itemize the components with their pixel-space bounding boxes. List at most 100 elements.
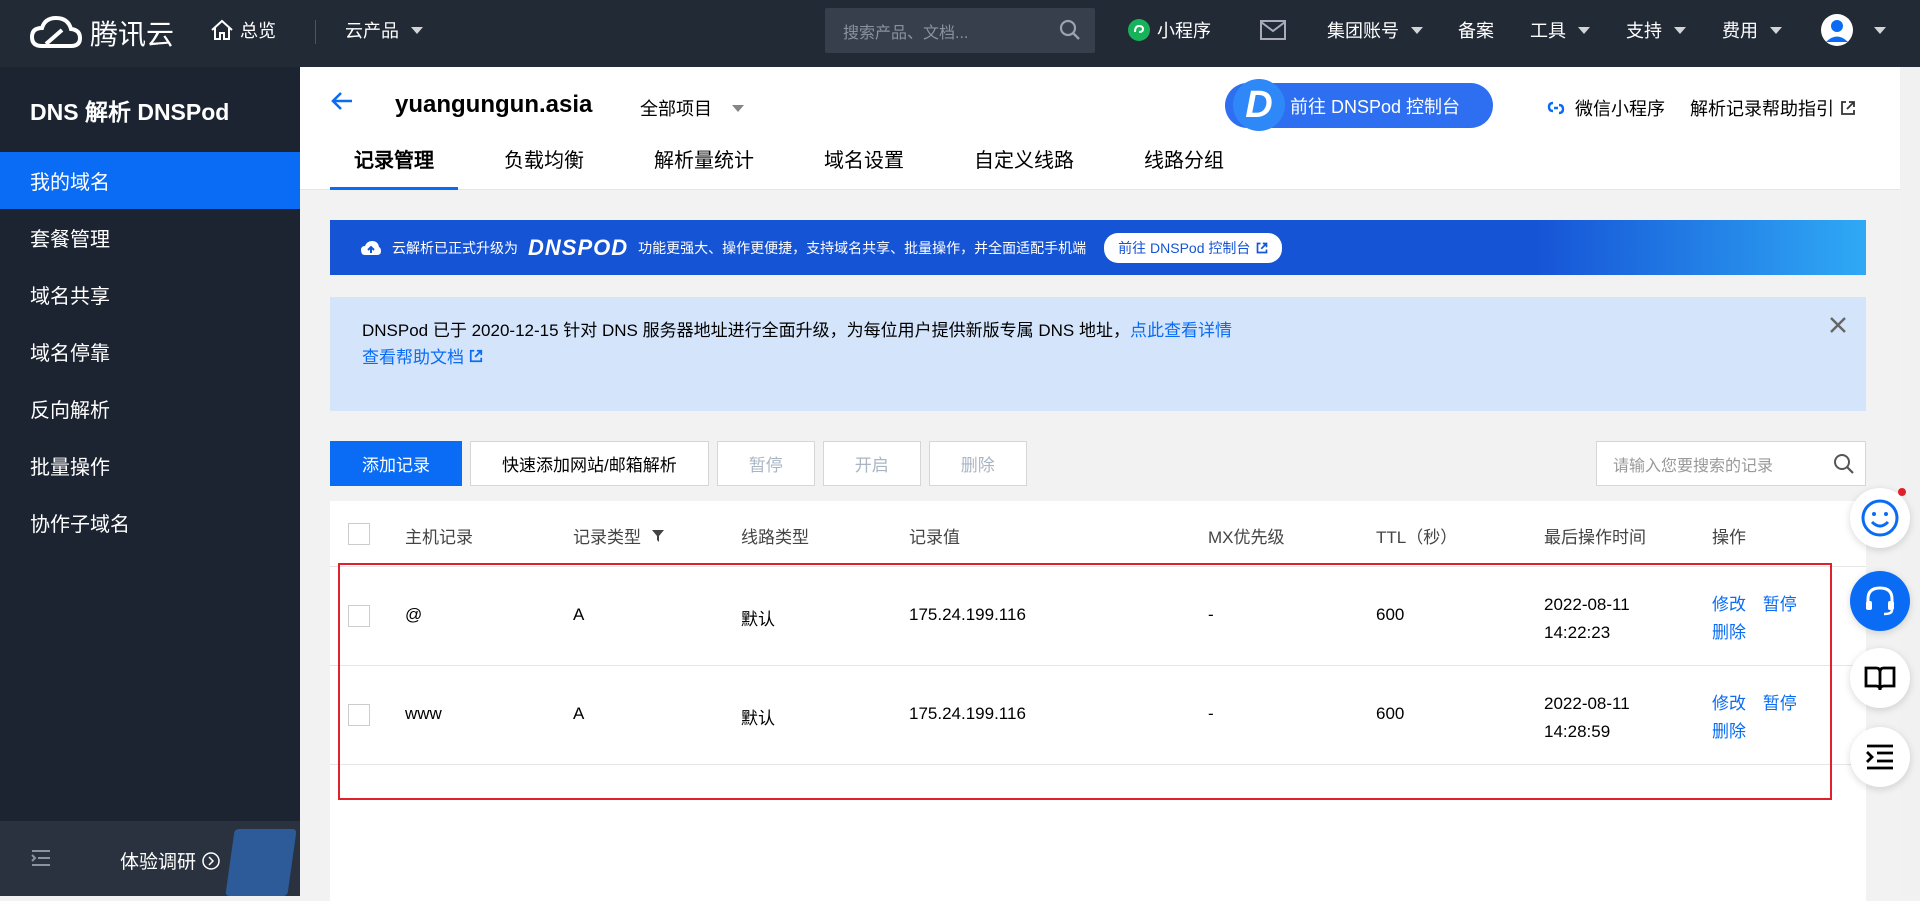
- tab-query-stats[interactable]: 解析量统计: [630, 137, 778, 190]
- support-menu[interactable]: 支持: [1626, 0, 1686, 60]
- col-ttl: TTL（秒）: [1376, 528, 1458, 547]
- back-arrow-icon[interactable]: [330, 89, 354, 113]
- cell-time: 14:28:59: [1544, 722, 1611, 741]
- tab-domain-settings[interactable]: 域名设置: [800, 137, 928, 190]
- sidebar-footer: 体验调研: [0, 821, 300, 896]
- tencent-cloud-logo[interactable]: 腾讯云: [30, 12, 174, 54]
- cell-date: 2022-08-11: [1544, 595, 1630, 614]
- record-actions-toolbar: 添加记录 快速添加网站/邮箱解析 暂停 开启 删除: [330, 441, 1027, 486]
- banner-console-label: 前往 DNSPod 控制台: [1118, 239, 1251, 256]
- col-actions: 操作: [1712, 528, 1746, 547]
- delete-link[interactable]: 删除: [1712, 623, 1746, 642]
- quick-add-button[interactable]: 快速添加网站/邮箱解析: [470, 441, 709, 486]
- delete-link[interactable]: 删除: [1712, 722, 1746, 741]
- sidebar-item-my-domains[interactable]: 我的域名: [0, 152, 300, 209]
- row-checkbox[interactable]: [348, 704, 370, 726]
- sidebar-item-domain-sharing[interactable]: 域名共享: [0, 266, 300, 323]
- docs-button[interactable]: [1850, 648, 1910, 708]
- miniprogram-link[interactable]: 小程序: [1127, 0, 1211, 60]
- cell-value: 175.24.199.116: [909, 605, 1026, 624]
- row-checkbox[interactable]: [348, 605, 370, 627]
- go-dnspod-label: 前往 DNSPod 控制台: [1290, 96, 1461, 117]
- user-menu[interactable]: [1820, 0, 1886, 60]
- go-dnspod-console-button[interactable]: D 前往 DNSPod 控制台: [1225, 79, 1493, 131]
- arrow-circle-icon: [202, 851, 220, 870]
- sidebar-item-batch-ops[interactable]: 批量操作: [0, 437, 300, 494]
- fees-menu[interactable]: 费用: [1722, 0, 1782, 60]
- dns-upgrade-notice: DNSPod 已于 2020-12-15 针对 DNS 服务器地址进行全面升级，…: [330, 297, 1866, 411]
- miniprogram-icon: [1128, 19, 1150, 41]
- notice-details-link[interactable]: 点此查看详情: [1130, 321, 1232, 340]
- dns-records-table: 主机记录 记录类型 线路类型 记录值 MX优先级 TTL（秒） 最后操作时间 操…: [330, 501, 1866, 901]
- outline-button[interactable]: [1850, 727, 1910, 787]
- chevron-down-icon: [732, 104, 744, 112]
- global-search-input[interactable]: 搜索产品、文档...: [825, 8, 1095, 53]
- avatar: [1821, 14, 1853, 46]
- notice-help-doc-link[interactable]: 查看帮助文档: [362, 348, 464, 367]
- cell-line: 默认: [741, 709, 775, 728]
- sidebar-title: DNS 解析 DNSPod: [30, 98, 230, 125]
- edit-link[interactable]: 修改: [1712, 694, 1746, 713]
- banner-console-button[interactable]: 前往 DNSPod 控制台: [1104, 232, 1283, 263]
- cloud-products-menu[interactable]: 云产品: [345, 0, 423, 60]
- tab-load-balancing[interactable]: 负载均衡: [480, 137, 608, 190]
- select-all-checkbox[interactable]: [348, 523, 370, 545]
- tab-custom-lines[interactable]: 自定义线路: [950, 137, 1098, 190]
- tab-line-groups[interactable]: 线路分组: [1120, 137, 1248, 190]
- headset-icon: [1866, 586, 1894, 616]
- add-record-button[interactable]: 添加记录: [330, 441, 462, 486]
- cell-updated: 2022-08-11 14:22:23: [1544, 591, 1630, 647]
- cell-value: 175.24.199.116: [909, 704, 1026, 723]
- overview-link[interactable]: 总览: [210, 0, 276, 60]
- support-label: 支持: [1626, 21, 1662, 41]
- project-select[interactable]: 全部项目: [640, 95, 744, 121]
- edit-link[interactable]: 修改: [1712, 595, 1746, 614]
- top-navbar: 腾讯云 总览 云产品 搜索产品、文档... 小程序 集团账号 备案 工具 支持 …: [0, 0, 1920, 67]
- collapse-menu-icon[interactable]: [30, 848, 52, 868]
- customer-service-button[interactable]: [1850, 571, 1910, 631]
- search-icon[interactable]: [1059, 19, 1081, 41]
- tools-menu[interactable]: 工具: [1530, 0, 1590, 60]
- enable-button[interactable]: 开启: [822, 441, 921, 486]
- sidebar-item-plans[interactable]: 套餐管理: [0, 209, 300, 266]
- close-icon[interactable]: [1828, 315, 1848, 335]
- tab-record-management[interactable]: 记录管理: [330, 137, 458, 190]
- dnspod-brand: DNSPOD: [528, 234, 629, 260]
- help-guide-link[interactable]: 解析记录帮助指引: [1690, 95, 1856, 121]
- search-placeholder: 搜索产品、文档...: [843, 24, 969, 42]
- col-value: 记录值: [909, 528, 960, 547]
- beian-label: 备案: [1458, 21, 1494, 41]
- record-search-input[interactable]: 请输入您要搜索的记录: [1596, 441, 1866, 486]
- search-icon[interactable]: [1833, 453, 1855, 475]
- filter-icon[interactable]: [651, 529, 665, 543]
- banner-text-2: 功能更强大、操作更便捷，支持域名共享、批量操作，并全面适配手机端: [638, 239, 1087, 256]
- sidebar-item-domain-parking[interactable]: 域名停靠: [0, 323, 300, 380]
- cell-ttl: 600: [1376, 605, 1405, 624]
- tab-bar: 记录管理 负载均衡 解析量统计 域名设置 自定义线路 线路分组: [330, 137, 1270, 190]
- record-search-placeholder: 请输入您要搜索的记录: [1613, 457, 1774, 475]
- group-account-label: 集团账号: [1327, 21, 1399, 41]
- survey-link[interactable]: 体验调研: [120, 847, 220, 874]
- chevron-down-icon: [1770, 26, 1782, 34]
- pause-button[interactable]: 暂停: [716, 441, 815, 486]
- delete-button[interactable]: 删除: [928, 441, 1027, 486]
- table-header: 主机记录 记录类型 线路类型 记录值 MX优先级 TTL（秒） 最后操作时间 操…: [330, 501, 1866, 567]
- external-link-icon: [1841, 101, 1855, 115]
- domain-title: yuangungun.asia: [395, 91, 593, 118]
- group-account-menu[interactable]: 集团账号: [1327, 0, 1423, 60]
- survey-illustration: [225, 829, 297, 896]
- cell-host: www: [405, 704, 442, 723]
- feedback-button[interactable]: [1850, 488, 1910, 548]
- external-link-icon: [1257, 242, 1268, 253]
- sidebar-item-sub-domain[interactable]: 协作子域名: [0, 494, 300, 551]
- survey-label: 体验调研: [120, 852, 197, 873]
- beian-link[interactable]: 备案: [1458, 0, 1494, 60]
- sidebar-item-reverse-dns[interactable]: 反向解析: [0, 380, 300, 437]
- cell-line: 默认: [741, 610, 775, 629]
- cell-mx: -: [1208, 605, 1214, 624]
- pause-link[interactable]: 暂停: [1763, 595, 1797, 614]
- wechat-miniprogram-link[interactable]: 微信小程序: [1545, 95, 1665, 121]
- message-button[interactable]: [1260, 0, 1286, 60]
- cell-actions: 修改 暂停 删除: [1712, 591, 1797, 647]
- pause-link[interactable]: 暂停: [1763, 694, 1797, 713]
